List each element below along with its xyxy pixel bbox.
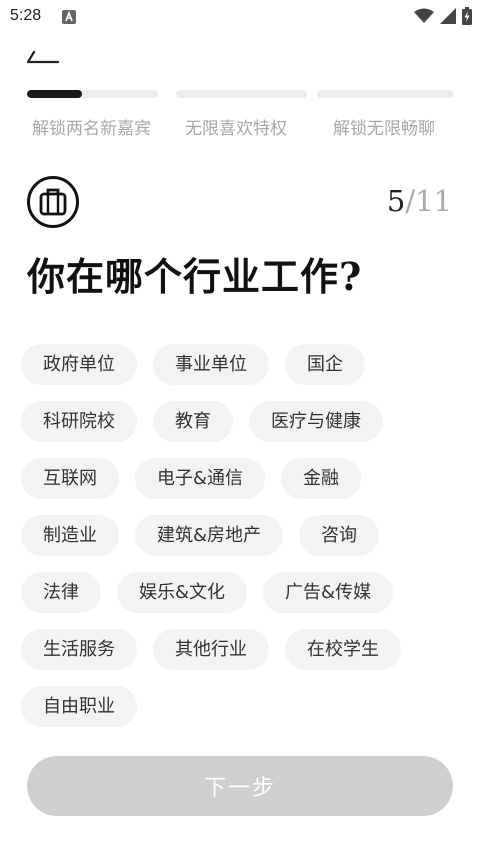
industry-option-chip[interactable]: 在校学生 — [285, 629, 401, 670]
step-label-2: 无限喜欢特权 — [185, 119, 287, 139]
industry-option-chip[interactable]: 金融 — [281, 458, 362, 499]
industry-option-chip[interactable]: 科研院校 — [21, 401, 137, 442]
industry-option-chip[interactable]: 电子&通信 — [135, 458, 266, 499]
question-counter: 5/11 — [387, 184, 452, 218]
industry-option-chip[interactable]: 政府单位 — [21, 344, 137, 385]
step-label-3: 解锁无限畅聊 — [333, 119, 435, 139]
signal-icon — [440, 8, 456, 24]
option-row: 制造业 建筑&房地产 咨询 — [21, 515, 461, 556]
option-row: 自由职业 — [21, 686, 461, 727]
industry-option-chip[interactable]: 娱乐&文化 — [117, 572, 248, 613]
next-button[interactable]: 下一步 — [27, 756, 453, 816]
progress-segment-2 — [176, 90, 307, 98]
option-row: 法律 娱乐&文化 广告&传媒 — [21, 572, 461, 613]
industry-option-chip[interactable]: 教育 — [153, 401, 233, 442]
step-label-1: 解锁两名新嘉宾 — [32, 119, 151, 139]
status-time: 5:28 — [10, 7, 42, 24]
wifi-icon — [414, 8, 434, 23]
option-row: 生活服务 其他行业 在校学生 — [21, 629, 461, 670]
progress-bar — [27, 90, 453, 98]
industry-option-chip[interactable]: 广告&传媒 — [263, 572, 394, 613]
counter-current: 5 — [386, 184, 406, 218]
progress-fill-1 — [27, 90, 83, 98]
industry-options: 政府单位 事业单位 国企 科研院校 教育 医疗与健康 互联网 电子&通信 金融 制造业 建筑&房地产… — [21, 344, 461, 743]
industry-option-chip[interactable]: 自由职业 — [21, 686, 137, 727]
industry-option-chip[interactable]: 建筑&房地产 — [135, 515, 284, 556]
industry-option-chip[interactable]: 事业单位 — [153, 344, 269, 385]
industry-option-chip[interactable]: 国企 — [285, 344, 365, 385]
counter-separator: / — [405, 184, 416, 218]
industry-option-chip[interactable]: 医疗与健康 — [249, 401, 383, 442]
industry-option-chip[interactable]: 咨询 — [299, 515, 380, 556]
progress-segment-1 — [27, 90, 158, 98]
counter-total: 11 — [415, 184, 452, 218]
industry-option-chip[interactable]: 法律 — [21, 572, 101, 613]
battery-charging-icon — [462, 7, 472, 25]
status-bar: 5:28 — [0, 0, 480, 34]
option-row: 政府单位 事业单位 国企 — [21, 344, 461, 385]
question-title: 你在哪个行业工作? — [27, 254, 363, 299]
back-arrow-icon[interactable] — [24, 44, 64, 72]
a-badge-icon — [62, 10, 76, 24]
industry-option-chip[interactable]: 生活服务 — [21, 629, 137, 670]
industry-option-chip[interactable]: 其他行业 — [153, 629, 269, 670]
industry-option-chip[interactable]: 制造业 — [21, 515, 119, 556]
option-row: 科研院校 教育 医疗与健康 — [21, 401, 461, 442]
option-row: 互联网 电子&通信 金融 — [21, 458, 461, 499]
progress-segment-3 — [317, 90, 453, 98]
industry-option-chip[interactable]: 互联网 — [21, 458, 119, 499]
briefcase-icon — [27, 176, 79, 228]
